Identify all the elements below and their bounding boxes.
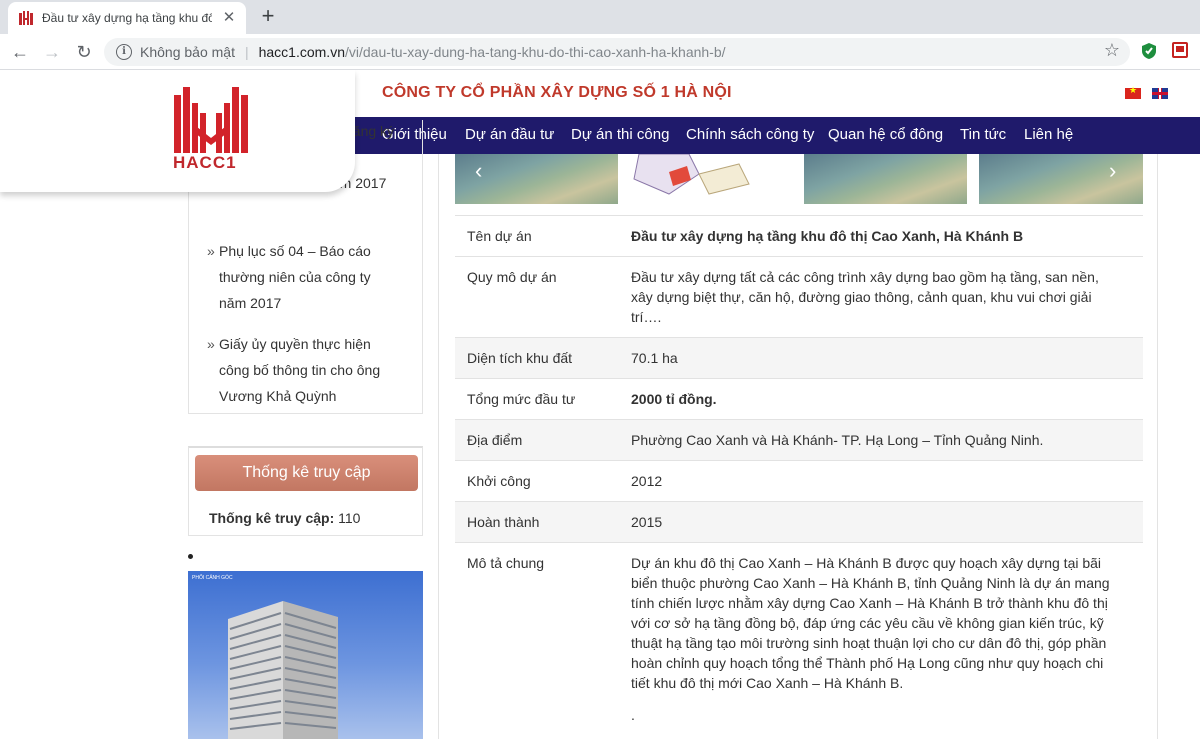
page-viewport: CÔNG TY CỔ PHẦN XÂY DỰNG SỐ 1 HÀ NỘI Giớ… — [0, 70, 1200, 739]
forward-icon[interactable]: → — [40, 40, 64, 64]
en-flag-icon[interactable] — [1152, 88, 1168, 99]
address-separator: | — [244, 44, 249, 60]
logo-panel: HACC1 — [0, 70, 355, 192]
sidebar-item-line: Vương Khả Quỳnh — [219, 388, 337, 404]
company-name: CÔNG TY CỔ PHẦN XÂY DỰNG SỐ 1 HÀ NỘI — [382, 84, 732, 101]
table-row: Tên dự án Đầu tư xây dựng hạ tầng khu đô… — [455, 215, 1143, 257]
row-label: Quy mô dự án — [455, 256, 621, 338]
address-bar[interactable]: i Không bảo mật | hacc1.com.vn/vi/dau-tu… — [104, 38, 1130, 66]
extension-icon[interactable] — [1172, 42, 1188, 58]
gallery-thumbnail[interactable] — [979, 154, 1143, 204]
stats-header-button[interactable]: Thống kê truy cập — [195, 455, 418, 491]
sidebar-item-line: Giấy ủy quyền thực hiện — [219, 336, 371, 352]
site-map-icon — [633, 154, 750, 195]
row-value: 2015 — [621, 501, 1143, 543]
sidebar-item[interactable]: » Phụ lục số 04 – Báo cáo thường niên củ… — [207, 238, 397, 316]
sidebar-item-line: năm 2017 — [219, 295, 282, 311]
stats-label: Thống kê truy cập: — [209, 510, 335, 526]
table-row: Quy mô dự án Đầu tư xây dựng tất cả các … — [455, 256, 1143, 338]
project-info-table: Tên dự án Đầu tư xây dựng hạ tầng khu đô… — [455, 215, 1143, 735]
building-image[interactable]: PHỐI CẢNH GÓC — [188, 571, 423, 739]
table-row: Địa điểm Phường Cao Xanh và Hà Khánh- TP… — [455, 419, 1143, 461]
table-row: Hoàn thành 2015 — [455, 501, 1143, 543]
sidebar-item-line: Phụ lục số 04 – Báo cáo — [219, 243, 371, 259]
gallery-next-icon[interactable]: › — [1109, 158, 1116, 184]
table-row: Mô tả chung Dự án khu đô thị Cao Xanh – … — [455, 542, 1143, 735]
table-row: Tổng mức đầu tư 2000 tỉ đồng. — [455, 378, 1143, 420]
table-row: Khởi công 2012 — [455, 460, 1143, 502]
row-label: Tên dự án — [455, 215, 621, 257]
nav-item-chinh-sach[interactable]: Chính sách công ty — [686, 126, 814, 143]
row-label: Mô tả chung — [455, 542, 621, 735]
browser-tabbar: Đầu tư xây dựng hạ tầng khu đô ✕ + — [0, 0, 1200, 34]
nav-item-du-an-thi-cong[interactable]: Dự án thi công — [571, 126, 669, 143]
nav-item-tin-tuc[interactable]: Tin tức — [960, 126, 1006, 143]
visitor-stats-box: Thống kê truy cập Thống kê truy cập: 110 — [188, 446, 423, 536]
row-value: 70.1 ha — [621, 337, 1143, 379]
browser-toolbar: ← → ↻ i Không bảo mật | hacc1.com.vn/vi/… — [0, 34, 1200, 70]
info-icon[interactable]: i — [116, 44, 132, 60]
url-host: hacc1.com.vn — [258, 44, 345, 60]
row-label: Khởi công — [455, 460, 621, 502]
row-value: 2012 — [621, 460, 1143, 502]
list-bullet — [188, 554, 193, 559]
row-value: Đầu tư xây dựng tất cả các công trình xâ… — [621, 256, 1143, 338]
bullet-icon: » — [207, 243, 215, 259]
url-path: /vi/dau-tu-xay-dung-ha-tang-khu-do-thi-c… — [344, 44, 726, 60]
bookmark-star-icon[interactable]: ☆ — [1104, 40, 1120, 61]
nav-item-lien-he[interactable]: Liên hệ — [1024, 126, 1073, 143]
bullet-icon: » — [207, 336, 215, 352]
gallery-thumbnail[interactable] — [804, 154, 967, 204]
vi-flag-icon[interactable] — [1125, 85, 1141, 99]
row-value: Đầu tư xây dựng hạ tầng khu đô thị Cao X… — [621, 215, 1143, 257]
row-label: Diện tích khu đất — [455, 337, 621, 379]
logo-text: HACC1 — [173, 153, 237, 172]
tab-title: Đầu tư xây dựng hạ tầng khu đô — [42, 11, 212, 25]
project-content: ‹ › Tên dự án Đầu tư xây dựng hạ tầng kh… — [438, 154, 1158, 739]
close-tab-icon[interactable]: ✕ — [220, 9, 238, 27]
row-value-extra: . — [631, 707, 635, 723]
browser-tab[interactable]: Đầu tư xây dựng hạ tầng khu đô ✕ — [8, 2, 246, 34]
security-status: Không bảo mật — [140, 44, 235, 60]
row-value: Dự án khu đô thị Cao Xanh – Hà Khánh B đ… — [631, 555, 1110, 691]
row-label: Địa điểm — [455, 419, 621, 461]
main-nav: Giới thiệu Dự án đầu tư Dự án thi công C… — [355, 117, 1200, 154]
shield-extension-icon[interactable] — [1141, 42, 1157, 60]
nav-item-quan-he-co-dong[interactable]: Quan hệ cổ đông — [828, 126, 943, 143]
row-label: Hoàn thành — [455, 501, 621, 543]
new-tab-icon[interactable]: + — [256, 5, 280, 29]
nav-item-du-an-dau-tu[interactable]: Dự án đầu tư — [465, 126, 554, 143]
row-label: Tổng mức đầu tư — [455, 378, 621, 420]
table-row: Diện tích khu đất 70.1 ha — [455, 337, 1143, 379]
row-value: Phường Cao Xanh và Hà Khánh- TP. Hạ Long… — [621, 419, 1143, 461]
gallery-thumbnail[interactable] — [629, 154, 792, 204]
building-illustration — [228, 601, 338, 739]
stats-value: 110 — [338, 510, 361, 526]
back-icon[interactable]: ← — [8, 40, 32, 64]
stats-line: Thống kê truy cập: 110 — [209, 510, 360, 526]
row-value-cell: Dự án khu đô thị Cao Xanh – Hà Khánh B đ… — [621, 542, 1143, 735]
site-favicon-icon — [19, 11, 33, 25]
sidebar-item-line: công bố thông tin cho ông — [219, 362, 381, 378]
project-gallery: ‹ › — [455, 154, 1143, 204]
row-value: 2000 tỉ đồng. — [621, 378, 1143, 420]
reload-icon[interactable]: ↻ — [72, 40, 96, 64]
sidebar-item[interactable]: » Giấy ủy quyền thực hiện công bố thông … — [207, 331, 397, 409]
gallery-prev-icon[interactable]: ‹ — [475, 158, 482, 184]
sidebar-item-line: thường niên của công ty — [219, 269, 371, 285]
